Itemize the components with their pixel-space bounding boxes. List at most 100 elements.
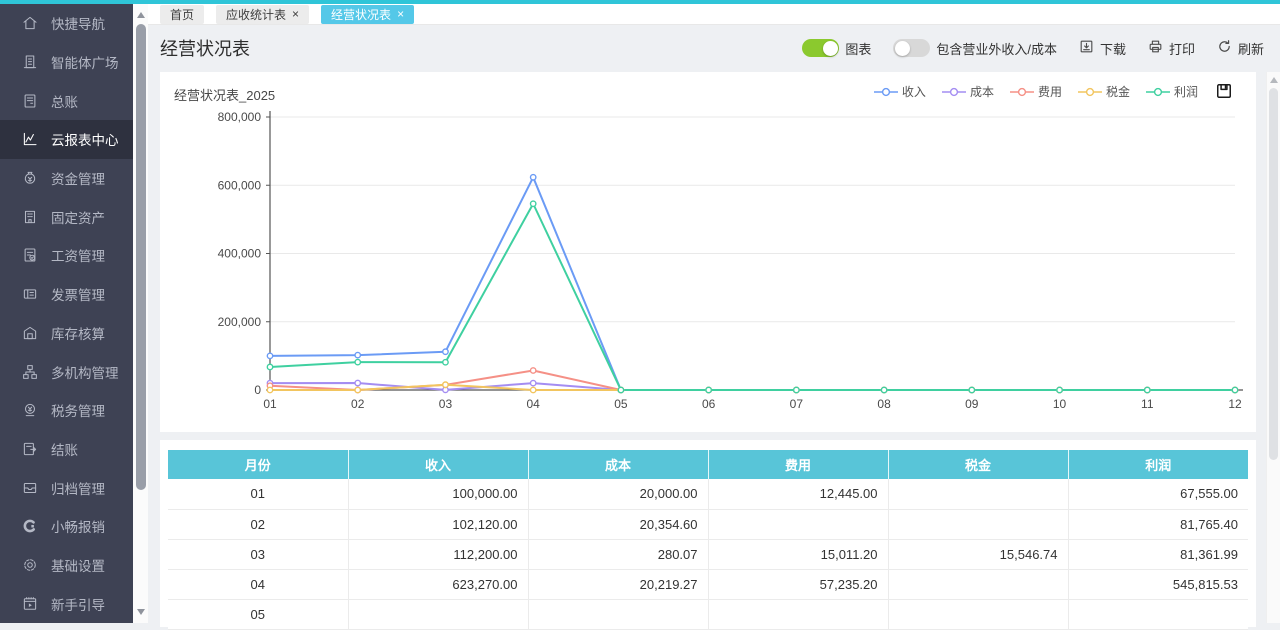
table-header-row: 月份收入成本费用税金利润 (168, 450, 1248, 479)
table-row: 02102,120.0020,354.6081,765.40 (168, 509, 1248, 539)
value-cell: 20,219.27 (528, 569, 708, 599)
scroll-down-icon[interactable] (137, 609, 145, 615)
sidebar-item-reimbursement[interactable]: 小畅报销 (0, 507, 133, 546)
table-row: 05 (168, 599, 1248, 629)
value-cell: 20,354.60 (528, 509, 708, 539)
sidebar-item-multi-org-management[interactable]: 多机构管理 (0, 352, 133, 391)
value-cell: 100,000.00 (348, 479, 528, 509)
chart-toggle[interactable] (802, 39, 839, 57)
table-row: 01100,000.0020,000.0012,445.0067,555.00 (168, 479, 1248, 509)
tab-home[interactable]: 首页 (160, 5, 204, 24)
toggle-knob (823, 41, 838, 56)
sidebar-item-basic-settings[interactable]: 基础设置 (0, 546, 133, 585)
sidebar-item-label: 快捷导航 (51, 13, 105, 33)
value-cell (708, 509, 888, 539)
header-controls: 图表 包含营业外收入/成本 下载 打印 (802, 39, 1264, 58)
toggle-knob (895, 41, 910, 56)
column-header: 成本 (528, 450, 708, 479)
sidebar: 快捷导航智能体广场总账云报表中心资金管理固定资产工资管理发票管理库存核算多机构管… (0, 4, 133, 623)
tab-label: 经营状况表 (331, 6, 391, 23)
sidebar-item-label: 库存核算 (51, 323, 105, 343)
line-chart[interactable]: 0200,000400,000600,000800,00001020304050… (160, 72, 1256, 432)
svg-text:01: 01 (263, 397, 277, 411)
svg-text:03: 03 (439, 397, 453, 411)
close-icon[interactable]: × (292, 8, 299, 20)
value-cell: 280.07 (528, 539, 708, 569)
sidebar-item-label: 归档管理 (51, 478, 105, 498)
value-cell: 12,445.00 (708, 479, 888, 509)
sidebar-item-label: 新手引导 (51, 594, 105, 614)
invoice-icon (21, 285, 39, 303)
refresh-label: 刷新 (1238, 39, 1264, 58)
sidebar-item-quick-nav[interactable]: 快捷导航 (0, 4, 133, 43)
sidebar-item-fixed-assets[interactable]: 固定资产 (0, 197, 133, 236)
download-label: 下载 (1100, 39, 1126, 58)
sidebar-item-beginner-guide[interactable]: 新手引导 (0, 584, 133, 623)
sidebar-item-archive-management[interactable]: 归档管理 (0, 468, 133, 507)
tab-receivables-report[interactable]: 应收统计表 × (216, 5, 309, 24)
tab-bar: 首页 应收统计表 × 经营状况表 × (148, 4, 1280, 25)
agent-plaza-icon (21, 53, 39, 71)
month-cell: 03 (168, 539, 348, 569)
tax-icon (21, 401, 39, 419)
main-content: 首页 应收统计表 × 经营状况表 × 经营状况表 图表 包含营业外收入/成本 下载 (148, 4, 1280, 623)
month-cell: 02 (168, 509, 348, 539)
include-nonoperating-toggle[interactable] (893, 39, 930, 57)
multi-org-icon (21, 363, 39, 381)
month-cell: 05 (168, 599, 348, 629)
sidebar-item-closing[interactable]: 结账 (0, 430, 133, 469)
svg-text:600,000: 600,000 (218, 178, 262, 192)
tab-label: 应收统计表 (226, 6, 286, 23)
value-cell (888, 569, 1068, 599)
svg-text:11: 11 (1141, 397, 1154, 411)
closing-icon (21, 440, 39, 458)
refresh-button[interactable]: 刷新 (1217, 39, 1264, 58)
svg-text:05: 05 (614, 397, 628, 411)
include-nonoperating-label: 包含营业外收入/成本 (936, 39, 1057, 58)
sidebar-item-funds-management[interactable]: 资金管理 (0, 159, 133, 198)
close-icon[interactable]: × (397, 8, 404, 20)
reimburse-icon (21, 517, 39, 535)
sidebar-item-cloud-report-center[interactable]: 云报表中心 (0, 120, 133, 159)
sidebar-item-label: 工资管理 (51, 245, 105, 265)
sidebar-item-tax-management[interactable]: 税务管理 (0, 391, 133, 430)
sidebar-item-agent-plaza[interactable]: 智能体广场 (0, 43, 133, 82)
print-icon (1148, 39, 1163, 57)
archive-icon (21, 479, 39, 497)
svg-text:200,000: 200,000 (218, 315, 262, 329)
table-row: 03112,200.00280.0715,011.2015,546.7481,3… (168, 539, 1248, 569)
scroll-up-icon[interactable] (137, 12, 145, 18)
report-table: 月份收入成本费用税金利润01100,000.0020,000.0012,445.… (168, 450, 1248, 630)
content-scrollbar-thumb[interactable] (1269, 88, 1278, 460)
scroll-up-icon[interactable] (1270, 77, 1278, 83)
download-icon (1079, 39, 1094, 57)
sidebar-scrollbar[interactable] (133, 4, 148, 623)
value-cell (888, 509, 1068, 539)
download-button[interactable]: 下载 (1079, 39, 1126, 58)
table-panel: 月份收入成本费用税金利润01100,000.0020,000.0012,445.… (160, 440, 1256, 627)
sidebar-item-payroll-management[interactable]: 工资管理 (0, 236, 133, 275)
tab-label: 首页 (170, 6, 194, 23)
svg-text:09: 09 (965, 397, 979, 411)
sidebar-item-label: 资金管理 (51, 168, 105, 188)
tab-business-status-report[interactable]: 经营状况表 × (321, 5, 414, 24)
svg-text:800,000: 800,000 (218, 110, 262, 124)
chart-toggle-group: 图表 (802, 39, 871, 58)
value-cell (1068, 599, 1248, 629)
page-title: 经营状况表 (160, 35, 250, 61)
sidebar-scrollbar-thumb[interactable] (136, 24, 146, 490)
chart-panel: 经营状况表_2025 收入成本费用税金利润 0200,000400,000600… (160, 72, 1256, 432)
include-nonoperating-toggle-group: 包含营业外收入/成本 (893, 39, 1057, 58)
sidebar-item-general-ledger[interactable]: 总账 (0, 81, 133, 120)
content-scrollbar[interactable] (1266, 72, 1280, 623)
sidebar-item-label: 总账 (51, 91, 78, 111)
value-cell: 57,235.20 (708, 569, 888, 599)
value-cell: 81,361.99 (1068, 539, 1248, 569)
svg-text:10: 10 (1053, 397, 1067, 411)
sidebar-item-invoice-management[interactable]: 发票管理 (0, 275, 133, 314)
month-cell: 01 (168, 479, 348, 509)
svg-text:07: 07 (790, 397, 804, 411)
print-button[interactable]: 打印 (1148, 39, 1195, 58)
sidebar-item-inventory-accounting[interactable]: 库存核算 (0, 314, 133, 353)
sidebar-item-label: 固定资产 (51, 207, 105, 227)
